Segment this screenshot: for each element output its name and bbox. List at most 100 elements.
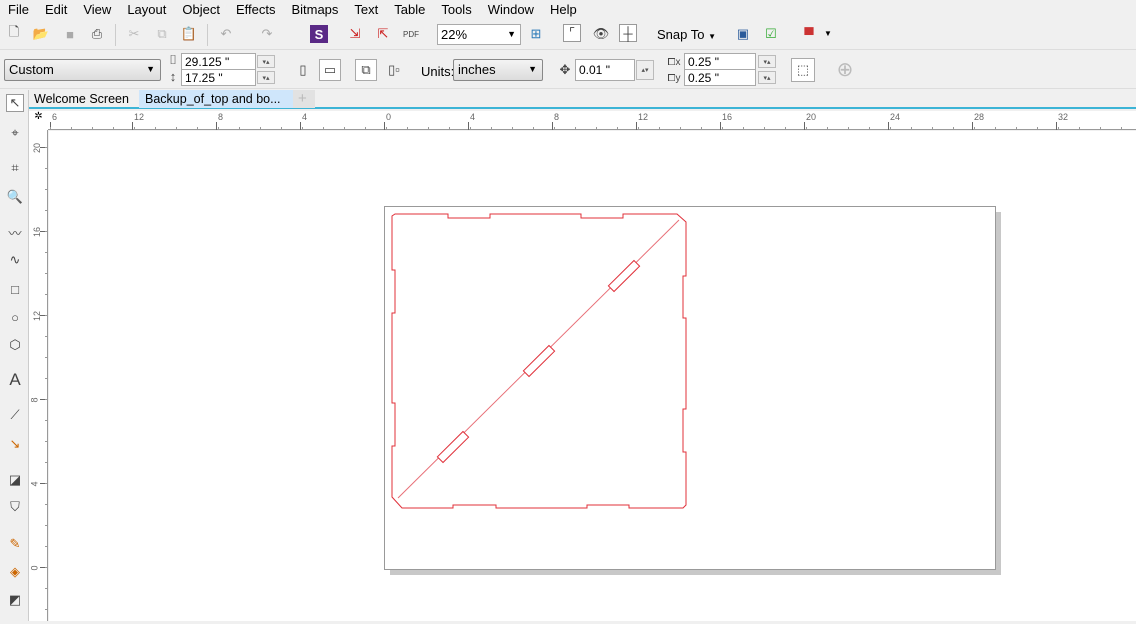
copy-icon[interactable]: ⧉	[153, 25, 171, 43]
page-width-spinner[interactable]: ▾▴	[257, 55, 275, 68]
tab-welcome-screen[interactable]: Welcome Screen	[28, 90, 138, 108]
rulers-icon[interactable]: ⌜	[563, 24, 581, 42]
landscape-icon[interactable]: ▭	[319, 59, 341, 81]
cut-icon[interactable]: ✂	[125, 25, 143, 43]
rectangle-tool-icon[interactable]: □	[6, 280, 24, 298]
duplicate-y-field[interactable]: 0.25 "	[684, 69, 756, 86]
print-icon[interactable]: ⎙	[88, 25, 106, 43]
color-proof-icon[interactable]: ▀	[800, 25, 818, 43]
ruler-tick	[132, 122, 133, 130]
publish-pdf-icon[interactable]: PDF	[402, 25, 420, 43]
ruler-label: 28	[974, 112, 985, 122]
polygon-tool-icon[interactable]: ⬡	[6, 336, 24, 354]
menu-edit[interactable]: Edit	[37, 0, 75, 19]
ruler-tick	[216, 122, 217, 130]
all-pages-icon[interactable]: ⧉	[355, 59, 377, 81]
welcome-screen-icon[interactable]: ▣	[734, 25, 752, 43]
crop-tool-icon[interactable]: ⌗	[6, 159, 24, 177]
ruler-label: 24	[890, 112, 901, 122]
ruler-label: 12	[638, 112, 649, 122]
page-height-spinner[interactable]: ▾▴	[257, 71, 275, 84]
ruler-tick	[1056, 122, 1057, 130]
full-screen-icon[interactable]: ⊞	[527, 25, 545, 43]
shape-tool-icon[interactable]: ⌖	[6, 124, 24, 142]
current-page-icon[interactable]: ▯▫	[385, 61, 403, 79]
import-icon[interactable]: ⇲	[346, 25, 364, 43]
document-tabs: Welcome Screen Backup_of_top and bo... +	[28, 90, 1136, 109]
portrait-icon[interactable]: ▯	[294, 61, 312, 79]
add-icon[interactable]: ⊕	[836, 59, 854, 81]
treat-as-filled-icon[interactable]: ⬚	[791, 58, 815, 82]
ruler-tick	[468, 122, 469, 130]
menu-file[interactable]: File	[0, 0, 37, 19]
tab-backup-document[interactable]: Backup_of_top and bo...	[139, 90, 293, 108]
new-icon[interactable]: 🗋	[5, 24, 23, 43]
menu-layout[interactable]: Layout	[119, 0, 174, 19]
save-icon[interactable]: ■	[61, 25, 79, 43]
artistic-media-icon[interactable]: ∿	[6, 251, 24, 269]
app-launcher-icon[interactable]: S	[310, 25, 328, 43]
page-width-field[interactable]: 29.125 "	[181, 53, 256, 70]
nudge-distance-field[interactable]: 0.01 "	[575, 59, 635, 81]
menu-help[interactable]: Help	[542, 0, 585, 19]
drawing-svg	[384, 206, 1001, 575]
duplicate-y-icon: ⧠y	[667, 72, 681, 84]
ruler-label: 0	[29, 565, 40, 571]
menu-view[interactable]: View	[75, 0, 119, 19]
open-icon[interactable]: 📂	[32, 25, 50, 43]
menu-bitmaps[interactable]: Bitmaps	[283, 0, 346, 19]
smart-fill-icon[interactable]: ◩	[6, 591, 24, 609]
ruler-label: 16	[32, 226, 43, 238]
page-height-icon: ↕	[169, 68, 177, 84]
ellipse-tool-icon[interactable]: ○	[6, 308, 24, 326]
drop-shadow-icon[interactable]: ◪	[6, 471, 24, 489]
paste-icon[interactable]: 📋	[180, 25, 198, 43]
menu-object[interactable]: Object	[174, 0, 228, 19]
ruler-label: 12	[32, 310, 43, 322]
dimension-tool-icon[interactable]: ⟋	[6, 406, 24, 424]
options-icon[interactable]: ☑	[762, 25, 780, 43]
snap-to-dropdown[interactable]: Snap To ▼	[657, 27, 716, 42]
ruler-tick	[804, 122, 805, 130]
drawing-canvas[interactable]	[49, 131, 1136, 621]
units-label: Units:	[421, 64, 455, 79]
zoom-level-dropdown[interactable]: 22% ▼	[437, 24, 521, 45]
eyedropper-icon[interactable]: ✎	[6, 535, 24, 553]
duplicate-x-field[interactable]: 0.25 "	[684, 53, 756, 70]
ruler-label: 16	[722, 112, 733, 122]
grid-icon[interactable]: 👁	[592, 25, 610, 43]
undo-icon[interactable]: ↶	[217, 25, 235, 43]
menu-window[interactable]: Window	[480, 0, 542, 19]
freehand-tool-icon[interactable]: 〰	[6, 223, 24, 241]
redo-icon[interactable]: ↷	[258, 25, 276, 43]
ruler-tick	[384, 122, 385, 130]
units-dropdown[interactable]: inches	[453, 59, 543, 81]
ruler-label: 4	[302, 112, 308, 122]
new-tab-button[interactable]: +	[293, 90, 315, 108]
text-tool-icon[interactable]: A	[6, 370, 24, 389]
page-size-dropdown[interactable]: Custom	[4, 59, 161, 81]
connector-tool-icon[interactable]: ↘	[6, 435, 24, 453]
ruler-label: 8	[218, 112, 224, 122]
export-icon[interactable]: ⇱	[374, 25, 392, 43]
duplicate-x-spinner[interactable]: ▾▴	[758, 55, 776, 68]
interactive-fill-icon[interactable]: ◈	[6, 563, 24, 581]
menu-text[interactable]: Text	[346, 0, 386, 19]
color-proof-dropdown[interactable]: ▼	[824, 29, 832, 38]
ruler-origin-icon[interactable]: ✲	[29, 111, 48, 130]
nudge-spinner[interactable]: ▴▾	[636, 60, 654, 80]
page-height-field[interactable]: 17.25 "	[181, 69, 256, 86]
ruler-tick	[720, 122, 721, 130]
nudge-icon: ✥	[559, 62, 571, 77]
zoom-tool-icon[interactable]: 🔍	[6, 188, 24, 206]
duplicate-y-spinner[interactable]: ▾▴	[758, 71, 776, 84]
horizontal-ruler[interactable]: 6 12 8 4 0 4 8 12 16 20 24 28 32	[48, 111, 1136, 130]
transparency-tool-icon[interactable]: ⛉	[6, 498, 24, 516]
guidelines-icon[interactable]: ┼	[619, 24, 637, 42]
menu-effects[interactable]: Effects	[228, 0, 284, 19]
menu-table[interactable]: Table	[386, 0, 433, 19]
standard-toolbar: 🗋 📂 ■ ⎙ ✂ ⧉ 📋 ↶ ↷ S ⇲ ⇱ PDF 22% ▼ ⊞ ⌜ 👁 ┼…	[0, 20, 1136, 50]
vertical-ruler[interactable]: 20 16 12 8 4 0	[29, 130, 48, 621]
menu-tools[interactable]: Tools	[433, 0, 479, 19]
pick-tool-icon[interactable]: ↖	[6, 94, 24, 112]
